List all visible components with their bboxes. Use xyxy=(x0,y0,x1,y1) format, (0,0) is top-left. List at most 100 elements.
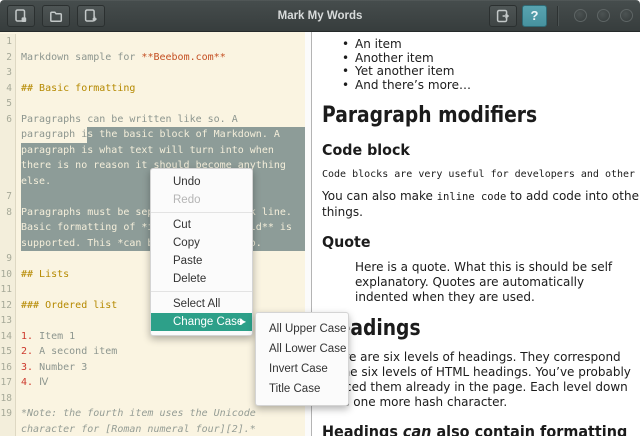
window-maximize-button[interactable] xyxy=(597,9,610,22)
line-number xyxy=(0,421,16,436)
line-number: 2 xyxy=(0,49,16,65)
menu-item-label: Cut xyxy=(173,219,191,231)
preview-bullet-list: • An item • Another item • Yet another item • A… xyxy=(322,37,640,93)
menu-separator xyxy=(151,212,252,213)
editor-row: character for [Roman numeral four][2].* xyxy=(0,421,305,436)
submenu-arrow-icon: ▶ xyxy=(239,317,246,326)
code-text: character for [Roman numeral four][2].* xyxy=(21,423,256,435)
menu-item-invert-case[interactable]: Invert Case xyxy=(256,359,348,379)
text-segment: to add code into other xyxy=(506,189,640,203)
code-line: *Note: the fourth item uses the Unicode xyxy=(16,406,305,422)
bullet-icon: • xyxy=(342,50,350,65)
inline-code: inline code xyxy=(436,191,507,203)
editor-row: 3 xyxy=(0,65,305,81)
menu-item-change-case[interactable]: Change Case ▶ xyxy=(151,313,252,331)
preview-heading-1: Paragraph modifiers xyxy=(322,103,592,128)
code-text: ## Basic formatting xyxy=(21,82,136,94)
code-text: ## Lists xyxy=(21,268,70,280)
line-number: 18 xyxy=(0,390,16,406)
menu-item-all-upper-case[interactable]: All Upper Case xyxy=(256,319,348,339)
menu-item-undo[interactable]: Undo xyxy=(151,173,252,191)
preview-heading-3: Code block xyxy=(322,141,624,159)
line-number: 16 xyxy=(0,359,16,375)
list-item-text: Another item xyxy=(355,50,434,65)
line-number: 5 xyxy=(0,96,16,112)
window-minimize-button[interactable] xyxy=(574,9,587,22)
line-number xyxy=(0,127,16,143)
context-menu: Undo Redo Cut Copy Paste Delete Select All Chan… xyxy=(150,168,253,336)
text-segment: noticed them already in the page. Each l… xyxy=(322,380,628,394)
line-number: 9 xyxy=(0,251,16,267)
code-text: 3. xyxy=(21,361,40,373)
menu-item-cut[interactable]: Cut xyxy=(151,216,252,234)
selection-fill xyxy=(285,158,305,174)
preview-code-line: Code blocks are very useful for develope… xyxy=(322,169,640,180)
line-number xyxy=(0,173,16,189)
line-number: 17 xyxy=(0,375,16,391)
code-text: Paragraphs can be written like so. A xyxy=(21,113,238,125)
markdown-preview-pane[interactable]: • An item • Another item • Yet another item • A… xyxy=(312,32,640,436)
editor-row: 5 xyxy=(0,96,305,112)
menu-item-redo: Redo xyxy=(151,191,252,209)
text-segment: can xyxy=(402,422,432,436)
list-item: • And there’s more… xyxy=(342,78,640,93)
preview-paragraph: You can also make inline code to add cod… xyxy=(322,189,640,220)
editor-row: 19 *Note: the fourth item uses the Unicod… xyxy=(0,406,305,422)
line-number xyxy=(0,220,16,236)
preview-blockquote: Here is a quote. What this is should be … xyxy=(355,260,640,305)
code-line: paragraph is what text will turn into wh… xyxy=(16,142,305,158)
menu-item-label: Select All xyxy=(173,298,221,310)
menu-item-label: Title Case xyxy=(269,383,321,395)
menu-item-select-all[interactable]: Select All xyxy=(151,295,252,313)
selection-fill xyxy=(291,204,305,220)
code-text: Markdown sample for xyxy=(21,51,142,63)
window-close-button[interactable] xyxy=(620,9,633,22)
selection-fill xyxy=(273,142,305,158)
text-segment: also contain formatting xyxy=(431,422,628,436)
help-button[interactable]: ? xyxy=(522,4,547,27)
menu-item-all-lower-case[interactable]: All Lower Case xyxy=(256,339,348,359)
export-icon xyxy=(495,8,511,24)
line-number xyxy=(0,235,16,251)
menu-item-label: Invert Case xyxy=(269,363,328,375)
text-segment: Paragraph modifiers xyxy=(322,103,538,128)
open-folder-icon xyxy=(48,8,64,24)
menu-item-title-case[interactable]: Title Case xyxy=(256,379,348,399)
menu-item-delete[interactable]: Delete xyxy=(151,270,252,288)
text-segment: You can also make xyxy=(322,189,437,203)
bullet-icon: • xyxy=(342,64,350,78)
menu-item-copy[interactable]: Copy xyxy=(151,234,252,252)
menu-item-label: Change Case xyxy=(173,316,244,328)
line-number xyxy=(0,142,16,158)
code-text: **Beebom.com** xyxy=(141,51,226,63)
selection-fill xyxy=(261,235,305,251)
preview-heading-1: Headings xyxy=(322,316,592,341)
menu-item-paste[interactable]: Paste xyxy=(151,252,252,270)
line-number: 10 xyxy=(0,266,16,282)
add-document-button[interactable] xyxy=(77,4,105,27)
list-item-text: An item xyxy=(355,37,402,51)
line-number: 7 xyxy=(0,189,16,205)
export-document-button[interactable] xyxy=(489,4,517,27)
titlebar: Mark My Words ? xyxy=(0,0,640,32)
menu-separator xyxy=(151,291,252,292)
preview-heading-2: Headings can also contain formatting xyxy=(322,422,627,436)
editor-row: 6 Paragraphs can be written like so. A xyxy=(0,111,305,127)
open-document-button[interactable] xyxy=(42,4,70,27)
text-segment: things. xyxy=(322,205,363,219)
line-number: 15 xyxy=(0,344,16,360)
text-segment: Here is a quote. What this is should be … xyxy=(355,260,613,274)
text-segment: to the six levels of HTML headings. You’… xyxy=(322,365,631,379)
editor-row: 2 Markdown sample for **Beebom.com** xyxy=(0,49,305,65)
text-segment: There are six levels of headings. They c… xyxy=(322,350,621,364)
editor-row: paragraph is the basic block of Markdown… xyxy=(0,127,305,143)
menu-item-label: Redo xyxy=(173,194,201,206)
text-segment: uses one more hash character. xyxy=(322,395,508,409)
selected-text: s the basic block of Markdown. A xyxy=(87,127,280,143)
list-item-text: Yet another item xyxy=(355,64,455,78)
preview-paragraph: There are six levels of headings. They c… xyxy=(322,350,640,410)
new-document-button[interactable] xyxy=(7,4,35,27)
line-number: 8 xyxy=(0,204,16,220)
code-text: Number 3 xyxy=(39,361,88,373)
